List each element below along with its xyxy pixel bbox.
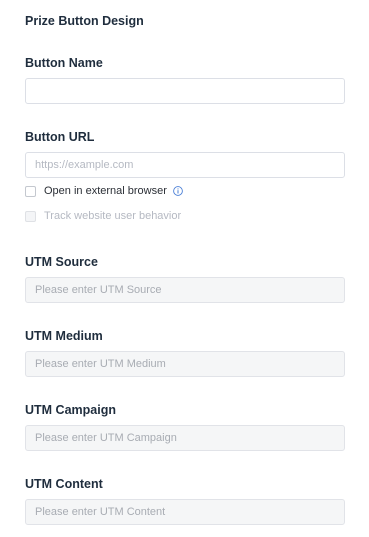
button-url-input[interactable] [25,152,345,178]
open-external-checkbox[interactable] [25,185,36,197]
utm-source-input [25,277,345,303]
utm-content-label: UTM Content [25,477,103,491]
utm-medium-label: UTM Medium [25,329,103,343]
open-external-option[interactable]: Open in external browser [25,184,183,198]
utm-campaign-label: UTM Campaign [25,403,116,417]
open-external-label: Open in external browser [44,185,167,197]
track-behavior-option: Track website user behavior [25,209,181,223]
utm-source-label: UTM Source [25,255,98,269]
utm-medium-input [25,351,345,377]
section-title: Prize Button Design [25,14,144,28]
info-icon[interactable] [173,186,183,196]
button-name-label: Button Name [25,56,103,70]
utm-campaign-input [25,425,345,451]
button-name-input[interactable] [25,78,345,104]
button-url-label: Button URL [25,130,95,144]
track-behavior-label: Track website user behavior [44,210,182,222]
utm-content-input [25,499,345,525]
track-behavior-checkbox [25,210,36,222]
